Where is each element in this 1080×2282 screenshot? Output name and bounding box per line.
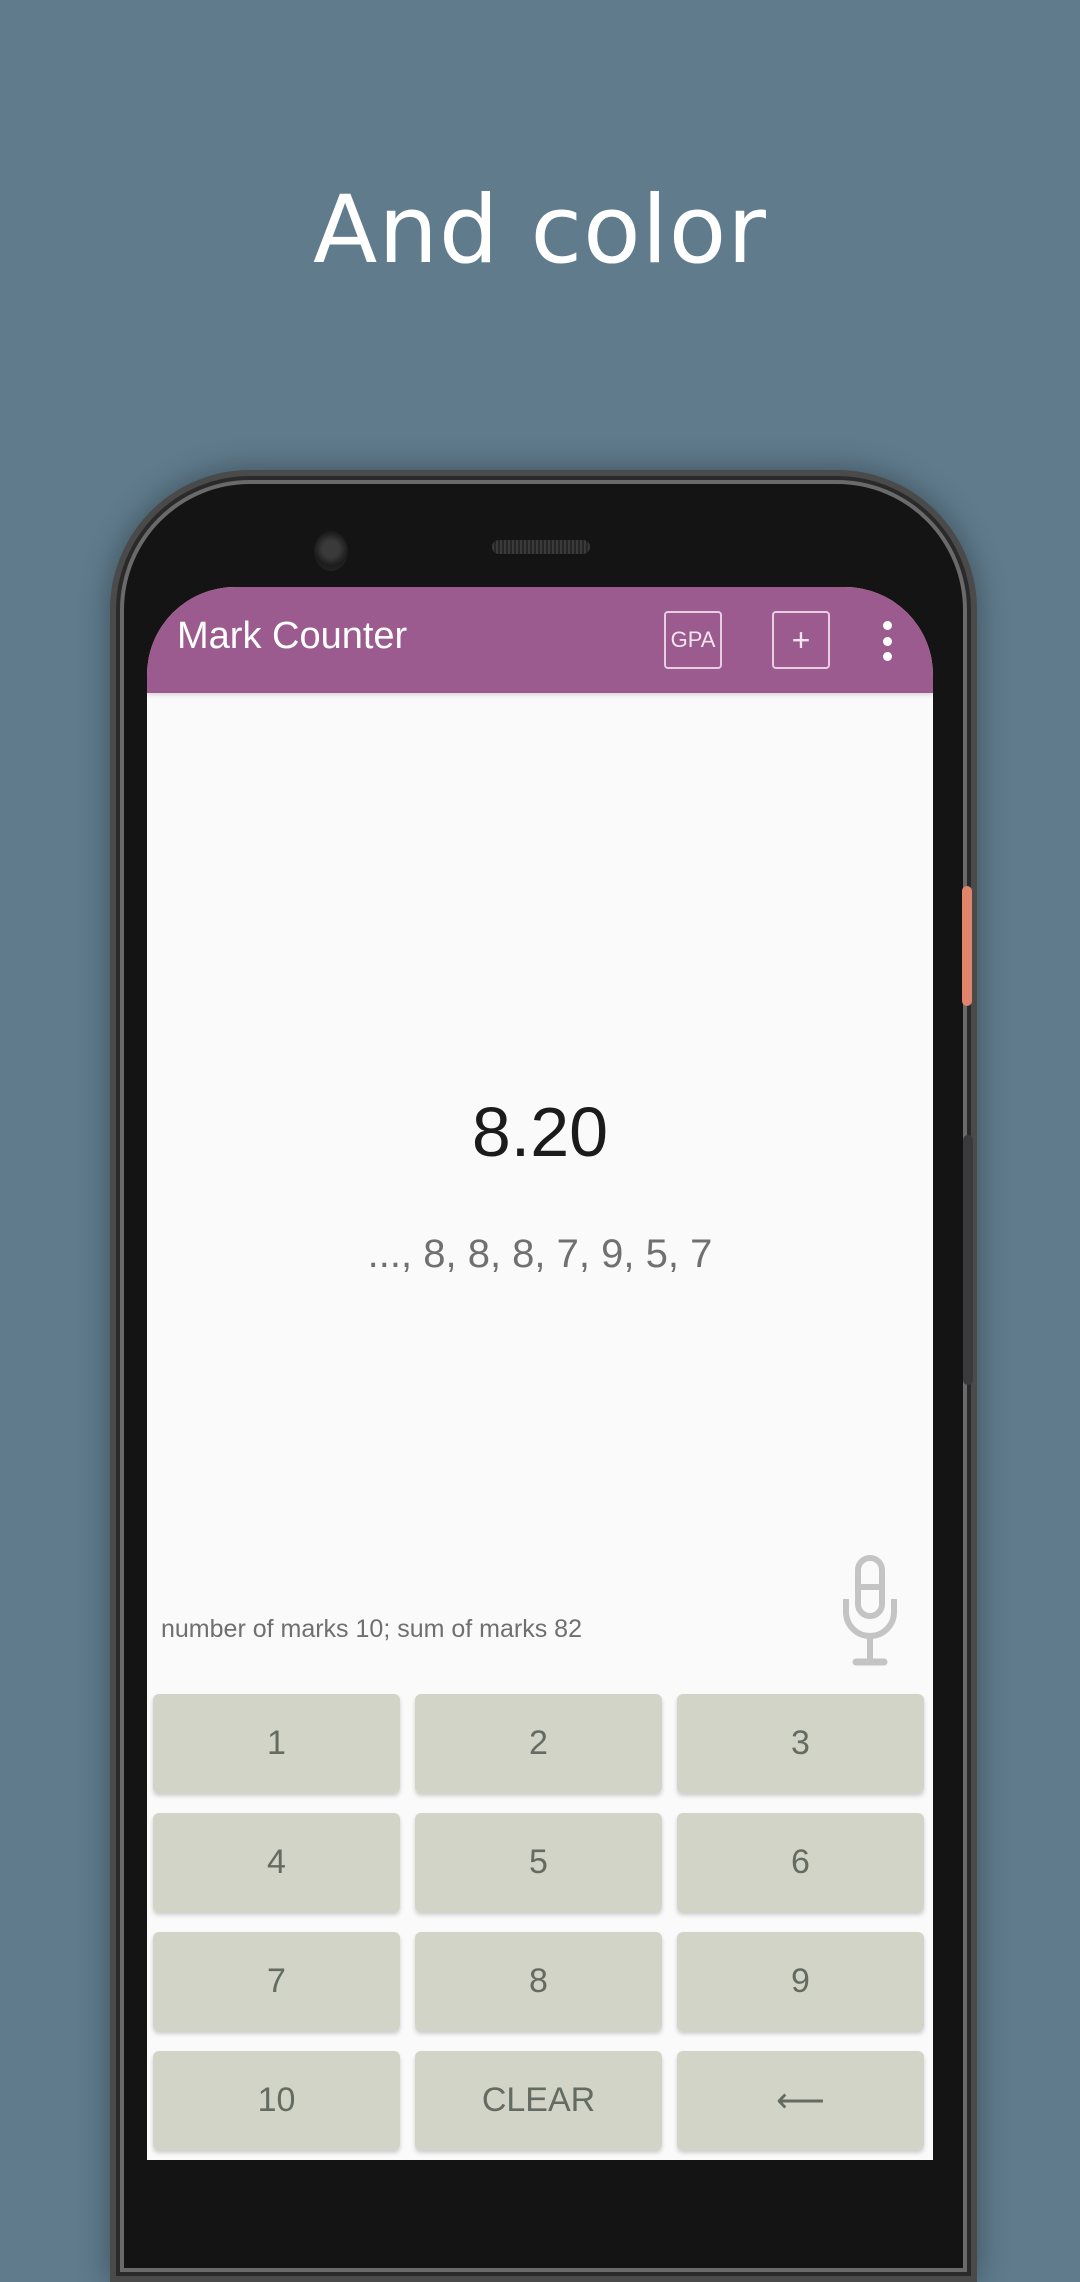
key-8[interactable]: 8	[415, 1932, 662, 2031]
key-7[interactable]: 7	[153, 1932, 400, 2031]
volume-button	[963, 1135, 973, 1385]
key-10[interactable]: 10	[153, 2051, 400, 2150]
key-9[interactable]: 9	[677, 1932, 924, 2031]
earpiece-speaker	[492, 540, 590, 554]
key-2[interactable]: 2	[415, 1694, 662, 1793]
key-1[interactable]: 1	[153, 1694, 400, 1793]
add-button[interactable]: +	[772, 611, 830, 669]
marks-stats: number of marks 10; sum of marks 82	[161, 1615, 582, 1643]
backspace-button[interactable]: ⟵	[677, 2051, 924, 2150]
key-6[interactable]: 6	[677, 1813, 924, 1912]
power-button	[962, 886, 972, 1006]
app-bar: Mark Counter GPA +	[147, 587, 933, 693]
app-screen: Mark Counter GPA + 8.20 ..., 8, 8, 8, 7,…	[147, 587, 933, 2160]
key-4[interactable]: 4	[153, 1813, 400, 1912]
clear-button[interactable]: CLEAR	[415, 2051, 662, 2150]
front-camera	[314, 531, 348, 571]
backspace-arrow-icon: ⟵	[776, 2081, 825, 2120]
app-title: Mark Counter	[177, 615, 408, 657]
key-5[interactable]: 5	[415, 1813, 662, 1912]
more-vert-icon[interactable]	[877, 621, 897, 661]
microphone-icon[interactable]	[840, 1554, 900, 1669]
key-3[interactable]: 3	[677, 1694, 924, 1793]
gpa-button[interactable]: GPA	[664, 611, 722, 669]
average-display: 8.20	[471, 1093, 609, 1171]
marks-history: ..., 8, 8, 8, 7, 9, 5, 7	[367, 1232, 713, 1276]
keypad: 1 2 3 4 5 6 7 8 9 10 CLEAR ⟵	[153, 1694, 927, 2150]
promo-headline: And color	[313, 176, 767, 285]
